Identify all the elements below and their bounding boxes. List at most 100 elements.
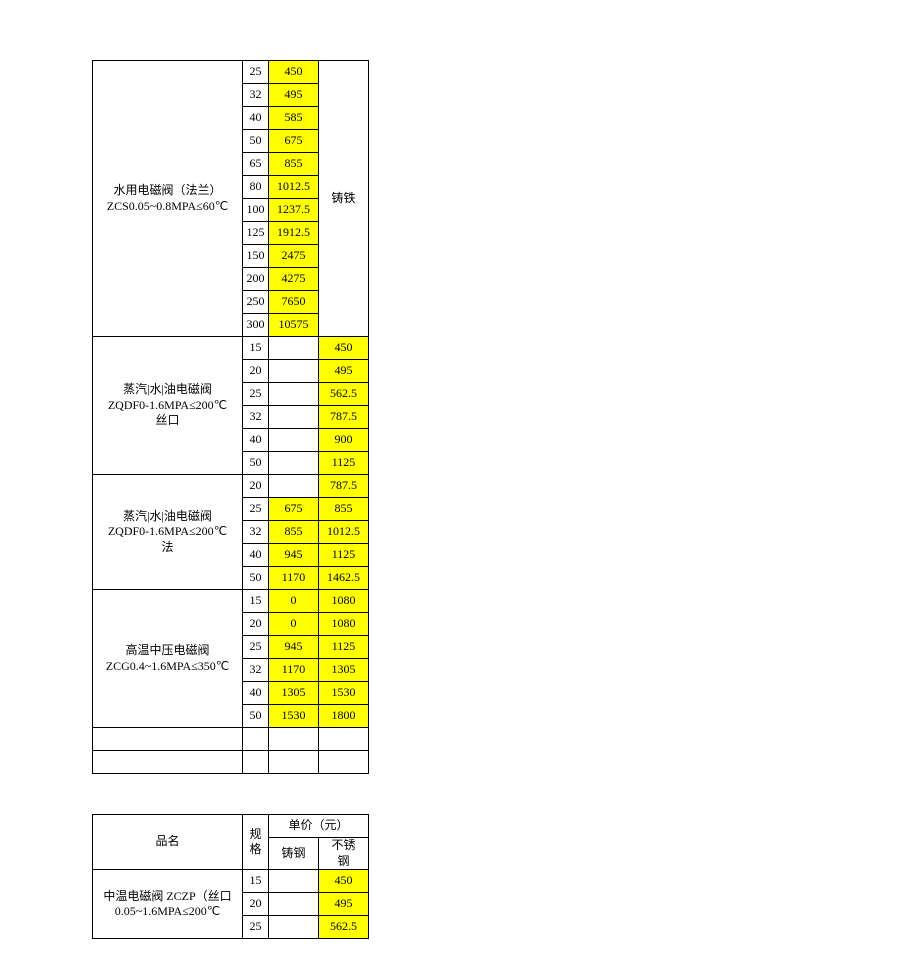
price2-cell: 1530 [319, 682, 369, 705]
spec-cell: 150 [243, 245, 269, 268]
empty-cell [93, 728, 243, 751]
price1-cell: 0 [269, 613, 319, 636]
spec-cell: 125 [243, 222, 269, 245]
price2-cell: 495 [319, 360, 369, 383]
empty-cell [269, 728, 319, 751]
group-name-cell: 高温中压电磁阀ZCG0.4~1.6MPA≤350℃ [93, 590, 243, 728]
price1-cell: 945 [269, 544, 319, 567]
empty-cell [243, 728, 269, 751]
price1-cell: 10575 [269, 314, 319, 337]
spec-cell: 65 [243, 153, 269, 176]
price1-cell: 855 [269, 521, 319, 544]
spec-cell: 50 [243, 567, 269, 590]
spec-cell: 100 [243, 199, 269, 222]
group-name-cell: 蒸汽|水|油电磁阀ZQDF0-1.6MPA≤200℃丝口 [93, 337, 243, 475]
spec-cell: 15 [243, 870, 269, 893]
price2-cell: 1080 [319, 590, 369, 613]
price1-cell: 2475 [269, 245, 319, 268]
table-row: 高温中压电磁阀ZCG0.4~1.6MPA≤350℃1501080 [93, 590, 369, 613]
spec-cell: 80 [243, 176, 269, 199]
price1-cell: 495 [269, 84, 319, 107]
price2-cell: 855 [319, 498, 369, 521]
price2-cell: 1800 [319, 705, 369, 728]
price2-cell: 562.5 [319, 916, 369, 939]
spec-cell: 50 [243, 452, 269, 475]
spec-cell: 40 [243, 107, 269, 130]
spec-cell: 20 [243, 360, 269, 383]
price1-cell [269, 406, 319, 429]
price2-cell: 1125 [319, 636, 369, 659]
price1-cell [269, 337, 319, 360]
spec-cell: 40 [243, 544, 269, 567]
table-row: 水用电磁阀（法兰）ZCS0.05~0.8MPA≤60℃25450铸铁 [93, 61, 369, 84]
header-price: 单价（元） [269, 815, 369, 838]
price1-cell: 675 [269, 498, 319, 521]
spec-cell: 40 [243, 429, 269, 452]
spec-cell: 25 [243, 498, 269, 521]
spec-cell: 20 [243, 475, 269, 498]
price1-cell: 585 [269, 107, 319, 130]
spec-cell: 15 [243, 337, 269, 360]
spec-cell: 20 [243, 893, 269, 916]
spec-cell: 20 [243, 613, 269, 636]
table-row: 中温电磁阀 ZCZP（丝口0.05~1.6MPA≤200℃15450 [93, 870, 369, 893]
price2-cell: 450 [319, 337, 369, 360]
spec-cell: 32 [243, 406, 269, 429]
price2-cell: 1012.5 [319, 521, 369, 544]
price-table-2: 品名 规格 单价（元） 铸钢 不锈钢 中温电磁阀 ZCZP（丝口0.05~1.6… [92, 814, 369, 939]
price2-cell: 1125 [319, 452, 369, 475]
price2-cell: 450 [319, 870, 369, 893]
spec-cell: 25 [243, 916, 269, 939]
table2-header-row-1: 品名 规格 单价（元） [93, 815, 369, 838]
price2-cell: 787.5 [319, 475, 369, 498]
empty-row [93, 728, 369, 751]
price1-cell: 7650 [269, 291, 319, 314]
spec-cell: 15 [243, 590, 269, 613]
spec-cell: 50 [243, 705, 269, 728]
price1-cell: 1305 [269, 682, 319, 705]
price1-cell [269, 870, 319, 893]
table-row: 蒸汽|水|油电磁阀ZQDF0-1.6MPA≤200℃法20787.5 [93, 475, 369, 498]
header-name: 品名 [93, 815, 243, 870]
price1-cell [269, 429, 319, 452]
empty-cell [269, 751, 319, 774]
group-name-cell: 蒸汽|水|油电磁阀ZQDF0-1.6MPA≤200℃法 [93, 475, 243, 590]
price2-cell: 1125 [319, 544, 369, 567]
price1-cell: 1170 [269, 659, 319, 682]
spec-cell: 32 [243, 84, 269, 107]
empty-row [93, 751, 369, 774]
spec-cell: 300 [243, 314, 269, 337]
price1-cell [269, 475, 319, 498]
price2-cell: 900 [319, 429, 369, 452]
price1-cell: 1012.5 [269, 176, 319, 199]
price1-cell: 4275 [269, 268, 319, 291]
price2-cell: 1462.5 [319, 567, 369, 590]
price-table-1: 水用电磁阀（法兰）ZCS0.05~0.8MPA≤60℃25450铸铁324954… [92, 60, 369, 774]
price2-cell: 1080 [319, 613, 369, 636]
spec-cell: 32 [243, 659, 269, 682]
spec-cell: 250 [243, 291, 269, 314]
material-cell: 铸铁 [319, 61, 369, 337]
header-spec: 规格 [243, 815, 269, 870]
empty-cell [243, 751, 269, 774]
empty-cell [319, 751, 369, 774]
price2-cell: 787.5 [319, 406, 369, 429]
price1-cell [269, 893, 319, 916]
table-row: 蒸汽|水|油电磁阀ZQDF0-1.6MPA≤200℃丝口15450 [93, 337, 369, 360]
group-name-cell: 水用电磁阀（法兰）ZCS0.05~0.8MPA≤60℃ [93, 61, 243, 337]
empty-cell [93, 751, 243, 774]
spec-cell: 50 [243, 130, 269, 153]
price1-cell: 450 [269, 61, 319, 84]
spec-cell: 25 [243, 383, 269, 406]
price2-cell: 562.5 [319, 383, 369, 406]
spec-cell: 40 [243, 682, 269, 705]
spec-cell: 32 [243, 521, 269, 544]
price1-cell [269, 452, 319, 475]
price2-cell: 495 [319, 893, 369, 916]
spec-cell: 25 [243, 61, 269, 84]
spec-cell: 25 [243, 636, 269, 659]
price1-cell [269, 916, 319, 939]
header-p2: 不锈钢 [319, 838, 369, 870]
price1-cell: 1237.5 [269, 199, 319, 222]
spec-cell: 200 [243, 268, 269, 291]
